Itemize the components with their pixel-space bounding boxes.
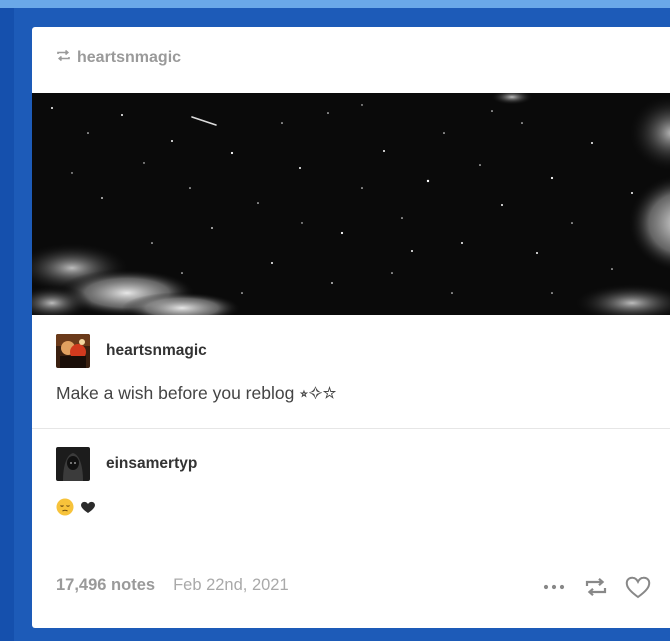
more-icon[interactable] xyxy=(540,573,568,601)
avatar[interactable] xyxy=(56,447,90,481)
avatar[interactable] xyxy=(56,334,90,368)
reblog-icon xyxy=(56,49,71,67)
post-footer: 17,496 notes Feb 22nd, 2021 xyxy=(56,576,289,595)
window-top-strip xyxy=(0,0,670,8)
reblog-icon[interactable] xyxy=(582,573,610,601)
reblog-header[interactable]: heartsnmagic xyxy=(56,47,181,69)
black-heart-emoji xyxy=(80,500,96,519)
post-text: Make a wish before you reblog ⭒✧☆ xyxy=(56,383,337,403)
window-left-edge xyxy=(0,8,14,641)
reply-content xyxy=(56,498,96,521)
original-post-author[interactable]: heartsnmagic xyxy=(56,334,207,368)
post-date[interactable]: Feb 22nd, 2021 xyxy=(173,576,289,595)
night-sky-photo xyxy=(32,93,670,315)
reply-username[interactable]: einsamertyp xyxy=(106,455,197,473)
original-post-username[interactable]: heartsnmagic xyxy=(106,342,207,360)
reply-author[interactable]: einsamertyp xyxy=(56,447,197,481)
pensive-face-emoji xyxy=(56,498,74,521)
heart-icon[interactable] xyxy=(624,573,652,601)
divider xyxy=(32,428,670,429)
post-card: heartsnmagic heartsnmagic Make a wish be… xyxy=(32,27,670,628)
post-actions xyxy=(540,573,652,601)
reblog-username[interactable]: heartsnmagic xyxy=(77,49,181,67)
notes-count[interactable]: 17,496 notes xyxy=(56,576,155,595)
